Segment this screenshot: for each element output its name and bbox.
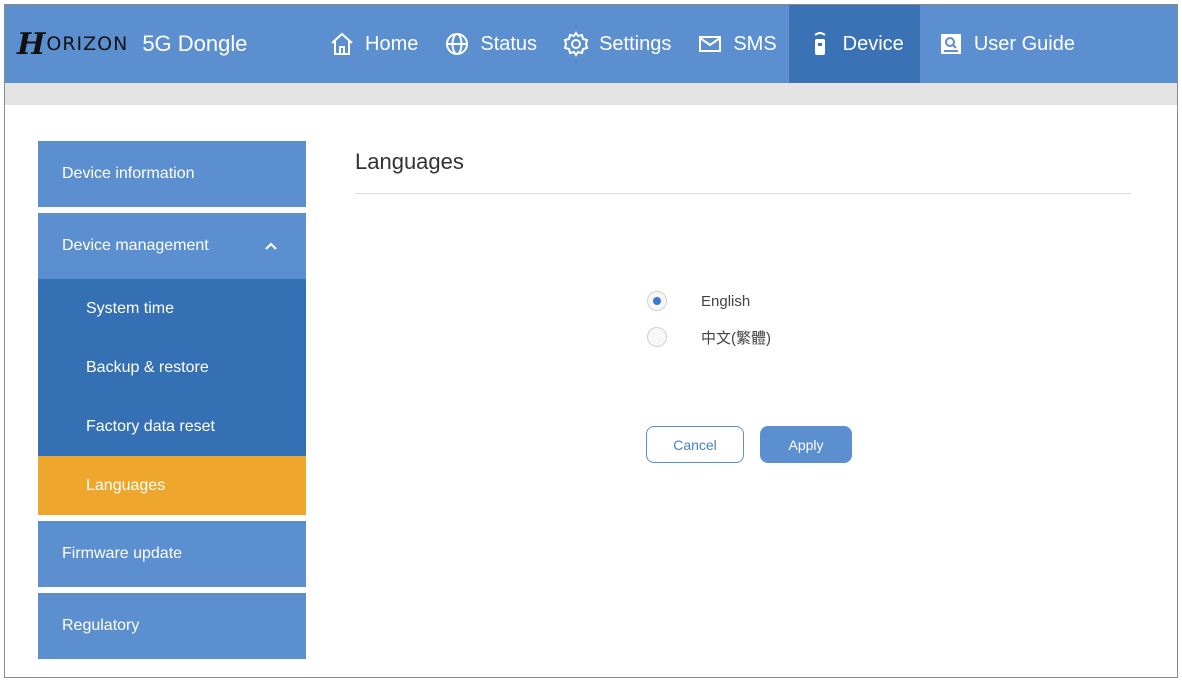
header-subbar bbox=[5, 83, 1177, 105]
sidebar-item-regulatory[interactable]: Regulatory bbox=[38, 593, 306, 659]
language-option-english[interactable]: English bbox=[647, 283, 771, 319]
nav-sms[interactable]: SMS bbox=[683, 5, 788, 83]
sidebar-item-label: Regulatory bbox=[62, 617, 140, 634]
nav-home-label: Home bbox=[365, 32, 419, 55]
guide-icon bbox=[936, 29, 966, 59]
sidebar-item-label: Firmware update bbox=[62, 545, 183, 562]
sidebar-item-label: Languages bbox=[86, 476, 166, 494]
main-nav: Home Status Settings SMS Device User Gui… bbox=[315, 5, 1087, 83]
sidebar-item-label: System time bbox=[86, 299, 175, 317]
language-label: English bbox=[701, 292, 751, 310]
envelope-icon bbox=[695, 29, 725, 59]
nav-status-label: Status bbox=[480, 32, 538, 55]
nav-status[interactable]: Status bbox=[430, 5, 549, 83]
sidebar: Device information Device management Sys… bbox=[38, 141, 306, 659]
sidebar-item-languages[interactable]: Languages bbox=[38, 456, 306, 515]
brand: H ORIZON 5G Dongle bbox=[17, 5, 248, 83]
language-options: English 中文(繁體) bbox=[647, 283, 771, 355]
nav-device[interactable]: Device bbox=[788, 5, 920, 83]
globe-icon bbox=[442, 29, 472, 59]
app-frame: H ORIZON 5G Dongle Home Status Settings … bbox=[4, 4, 1178, 678]
nav-sms-label: SMS bbox=[733, 32, 777, 55]
language-option-chinese[interactable]: 中文(繁體) bbox=[647, 319, 771, 355]
main-content: Languages English 中文(繁體) Cancel Apply bbox=[355, 141, 1131, 463]
nav-settings[interactable]: Settings bbox=[549, 5, 683, 83]
top-header: H ORIZON 5G Dongle Home Status Settings … bbox=[5, 5, 1177, 83]
nav-home[interactable]: Home bbox=[315, 5, 430, 83]
language-label: 中文(繁體) bbox=[701, 329, 771, 347]
apply-button[interactable]: Apply bbox=[760, 426, 852, 463]
nav-settings-label: Settings bbox=[599, 32, 672, 55]
title-divider bbox=[355, 193, 1131, 194]
sidebar-item-backup-restore[interactable]: Backup & restore bbox=[38, 338, 306, 397]
sidebar-item-device-management[interactable]: Device management bbox=[38, 213, 306, 279]
sidebar-item-label: Backup & restore bbox=[86, 358, 209, 376]
nav-device-label: Device bbox=[842, 32, 904, 55]
sidebar-item-label: Factory data reset bbox=[86, 417, 215, 435]
radio-english[interactable] bbox=[647, 291, 667, 311]
page-title: Languages bbox=[355, 149, 464, 174]
sidebar-item-factory-data-reset[interactable]: Factory data reset bbox=[38, 397, 306, 456]
sidebar-item-label: Device management bbox=[62, 237, 209, 254]
brand-product: 5G Dongle bbox=[142, 31, 248, 56]
radio-chinese[interactable] bbox=[647, 327, 667, 347]
sidebar-item-label: Device information bbox=[62, 165, 195, 182]
sidebar-item-system-time[interactable]: System time bbox=[38, 279, 306, 338]
form-actions: Cancel Apply bbox=[646, 426, 852, 463]
nav-user-guide-label: User Guide bbox=[973, 32, 1075, 55]
sidebar-item-firmware-update[interactable]: Firmware update bbox=[38, 521, 306, 587]
cancel-button[interactable]: Cancel bbox=[646, 426, 744, 463]
brand-name: ORIZON bbox=[46, 33, 129, 55]
chevron-up-icon bbox=[264, 238, 278, 254]
home-icon bbox=[327, 29, 357, 59]
gear-icon bbox=[561, 29, 591, 59]
brand-logo: H bbox=[17, 26, 45, 62]
device-icon bbox=[805, 29, 835, 59]
nav-user-guide[interactable]: User Guide bbox=[920, 5, 1087, 83]
sidebar-item-device-information[interactable]: Device information bbox=[38, 141, 306, 207]
